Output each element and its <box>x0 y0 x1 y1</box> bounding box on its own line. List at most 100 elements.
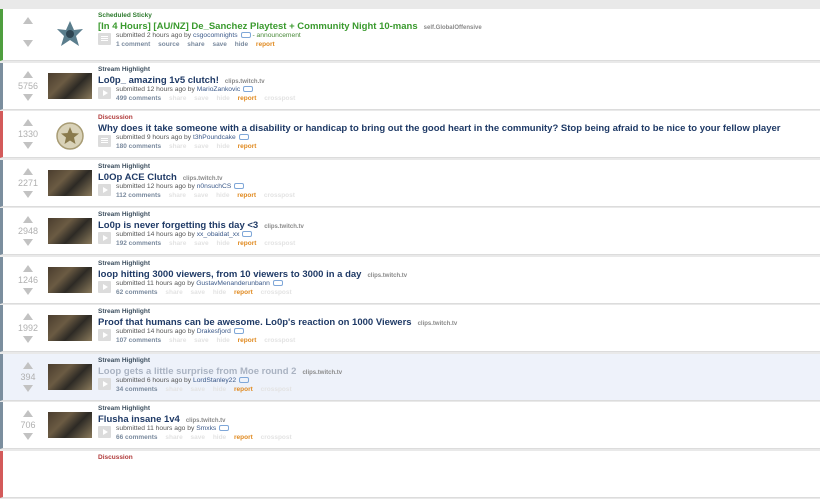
downvote-icon[interactable] <box>23 287 33 295</box>
post-author[interactable]: MarioZankovic <box>197 86 240 93</box>
post-title[interactable]: L0Op ACE Clutch clips.twitch.tv <box>98 172 223 183</box>
post-title-text[interactable]: [In 4 Hours] [AU/NZ] De_Sanchez Playtest… <box>98 21 418 32</box>
comments-link[interactable]: 180 comments <box>116 143 161 150</box>
upvote-icon[interactable] <box>23 361 33 369</box>
share-link[interactable]: share <box>169 240 186 247</box>
expand-video-icon[interactable] <box>98 426 111 438</box>
post-thumbnail[interactable] <box>48 363 92 390</box>
post-thumbnail[interactable] <box>48 315 92 341</box>
post-title-text[interactable]: L0Op ACE Clutch <box>98 172 177 183</box>
report-link[interactable]: report <box>238 240 257 247</box>
share-link[interactable]: share <box>169 192 186 199</box>
chat-icon[interactable] <box>238 134 249 141</box>
comments-link[interactable]: 107 comments <box>116 337 161 344</box>
post-title-text[interactable]: Flusha insane 1v4 <box>98 414 180 425</box>
downvote-icon[interactable] <box>23 384 33 392</box>
post-title[interactable]: [In 4 Hours] [AU/NZ] De_Sanchez Playtest… <box>98 21 482 32</box>
crosspost-link[interactable]: crosspost <box>264 192 295 199</box>
chat-icon[interactable] <box>272 279 283 286</box>
post-domain[interactable]: clips.twitch.tv <box>225 79 265 85</box>
post-title[interactable]: Loop gets a little surprise from Moe rou… <box>98 366 342 377</box>
post-author[interactable]: csgocomnights <box>193 32 238 39</box>
post-thumbnail[interactable] <box>48 72 92 99</box>
expand-video-icon[interactable] <box>98 86 111 99</box>
post-thumbnail[interactable] <box>48 169 92 196</box>
hide-link[interactable]: hide <box>216 95 229 102</box>
post-author[interactable]: Drakesfjord <box>197 328 231 335</box>
expand-video-icon[interactable] <box>98 329 111 341</box>
save-link[interactable]: save <box>194 192 208 199</box>
post-domain[interactable]: clips.twitch.tv <box>186 418 226 424</box>
downvote-icon[interactable] <box>23 239 33 246</box>
upvote-icon[interactable] <box>23 17 33 24</box>
post-author[interactable]: xx_obaidat_xx <box>197 231 240 238</box>
hide-link[interactable]: hide <box>213 386 226 393</box>
expand-video-icon[interactable] <box>98 183 111 196</box>
downvote-icon[interactable] <box>23 433 33 440</box>
upvote-icon[interactable] <box>23 410 33 417</box>
post-title[interactable]: Proof that humans can be awesome. Lo0p's… <box>98 317 457 328</box>
post-title[interactable]: Lo0p is never forgetting this day <3 clip… <box>98 220 304 231</box>
post-title-text[interactable]: Proof that humans can be awesome. Lo0p's… <box>98 317 412 328</box>
comments-link[interactable]: 66 comments <box>116 434 158 441</box>
post-domain[interactable]: clips.twitch.tv <box>264 224 304 230</box>
hide-link[interactable]: hide <box>216 337 229 344</box>
post-author[interactable]: n0nsuchCS <box>197 183 232 190</box>
hide-link[interactable]: hide <box>235 41 248 48</box>
crosspost-link[interactable]: crosspost <box>261 386 292 393</box>
share-link[interactable]: share <box>169 337 186 344</box>
crosspost-link[interactable]: crosspost <box>264 337 295 344</box>
post-author[interactable]: Smxks <box>196 425 216 432</box>
expand-text-icon[interactable] <box>98 135 111 147</box>
share-link[interactable]: share <box>165 289 182 296</box>
save-link[interactable]: save <box>194 240 208 247</box>
crosspost-link[interactable]: crosspost <box>264 95 295 102</box>
chat-icon[interactable] <box>219 425 230 432</box>
expand-text-icon[interactable] <box>98 33 111 45</box>
upvote-icon[interactable] <box>23 119 33 126</box>
post-domain[interactable]: clips.twitch.tv <box>302 370 342 376</box>
post-title-text[interactable]: Loop gets a little surprise from Moe rou… <box>98 366 296 377</box>
report-link[interactable]: report <box>238 143 257 150</box>
downvote-icon[interactable] <box>23 93 33 101</box>
save-link[interactable]: save <box>191 434 205 441</box>
post-thumbnail[interactable] <box>48 266 92 293</box>
chat-icon[interactable] <box>240 32 251 39</box>
comments-link[interactable]: 112 comments <box>116 192 161 199</box>
report-link[interactable]: report <box>238 337 257 344</box>
post-thumbnail[interactable] <box>48 412 92 438</box>
report-link[interactable]: report <box>234 289 253 296</box>
share-link[interactable]: share <box>165 434 182 441</box>
crosspost-link[interactable]: crosspost <box>261 434 292 441</box>
chat-icon[interactable] <box>233 328 244 335</box>
post-domain[interactable]: clips.twitch.tv <box>367 273 407 279</box>
upvote-icon[interactable] <box>23 313 33 320</box>
share-link[interactable]: share <box>165 386 182 393</box>
hide-link[interactable]: hide <box>216 143 229 150</box>
downvote-icon[interactable] <box>23 190 33 198</box>
save-link[interactable]: save <box>194 143 208 150</box>
upvote-icon[interactable] <box>23 216 33 223</box>
expand-video-icon[interactable] <box>98 232 111 244</box>
report-link[interactable]: report <box>234 434 253 441</box>
post-title-text[interactable]: loop hitting 3000 viewers, from 10 viewe… <box>98 269 361 280</box>
post-title[interactable]: Lo0p_ amazing 1v5 clutch! clips.twitch.tv <box>98 75 265 86</box>
save-link[interactable]: save <box>191 386 205 393</box>
post-title-text[interactable]: Lo0p_ amazing 1v5 clutch! <box>98 75 219 86</box>
hide-link[interactable]: hide <box>213 289 226 296</box>
post-author[interactable]: GustavMenanderunbann <box>196 280 270 287</box>
chat-icon[interactable] <box>234 182 245 189</box>
upvote-icon[interactable] <box>23 167 33 175</box>
source-link[interactable]: source <box>158 41 179 48</box>
downvote-icon[interactable] <box>23 336 33 343</box>
expand-video-icon[interactable] <box>98 280 111 293</box>
expand-video-icon[interactable] <box>98 377 111 390</box>
comments-link[interactable]: 499 comments <box>116 95 161 102</box>
save-link[interactable]: save <box>191 289 205 296</box>
report-link[interactable]: report <box>238 95 257 102</box>
crosspost-link[interactable]: crosspost <box>261 289 292 296</box>
comments-link[interactable]: 1 comment <box>116 41 150 48</box>
post-title[interactable]: loop hitting 3000 viewers, from 10 viewe… <box>98 269 407 280</box>
chat-icon[interactable] <box>242 231 253 238</box>
hide-link[interactable]: hide <box>213 434 226 441</box>
